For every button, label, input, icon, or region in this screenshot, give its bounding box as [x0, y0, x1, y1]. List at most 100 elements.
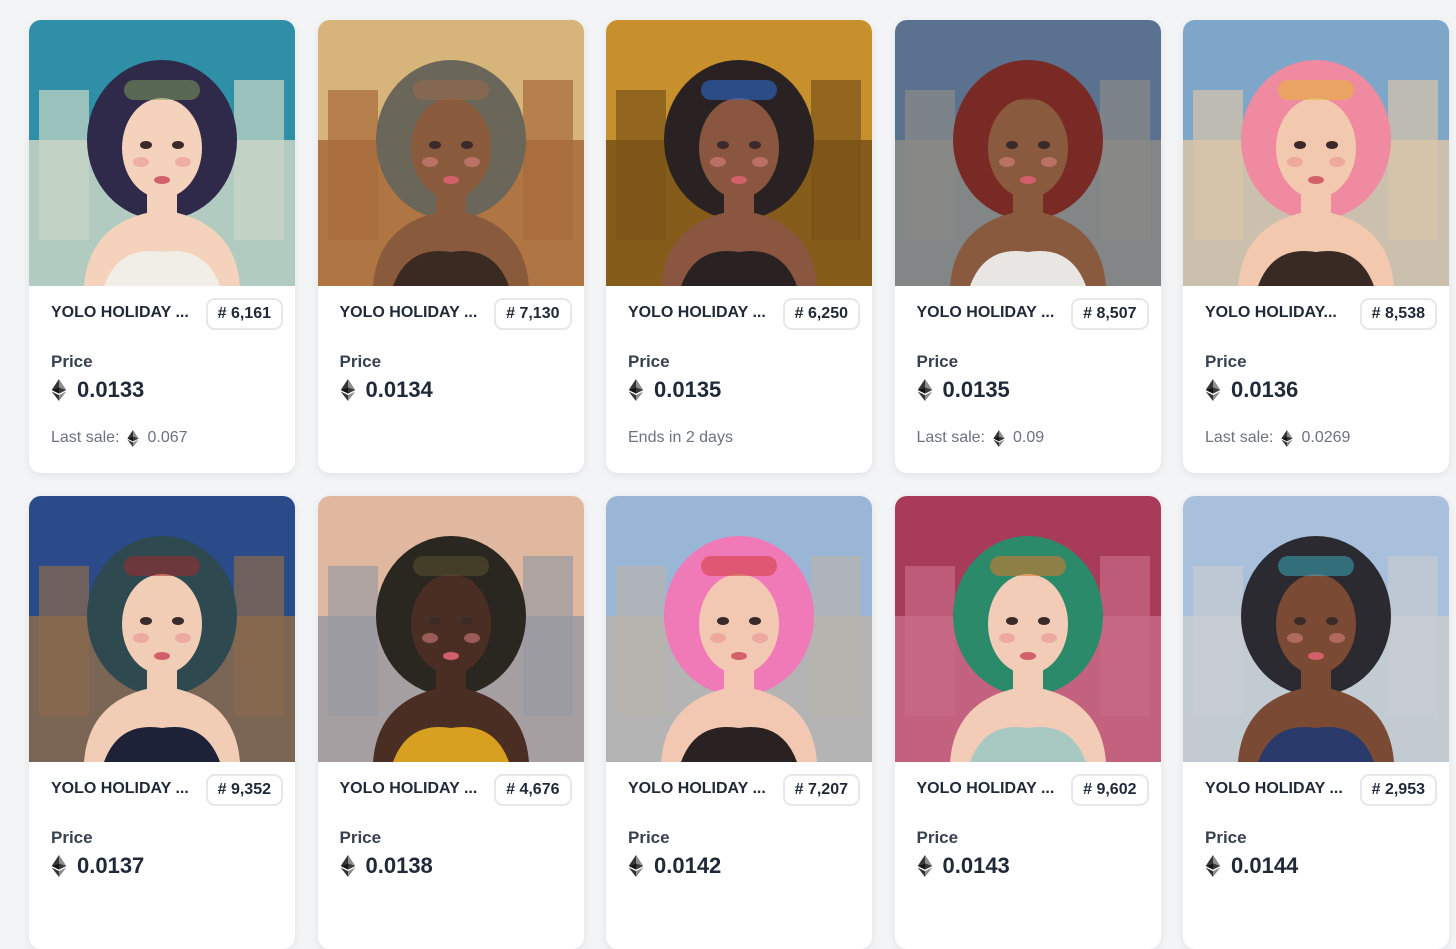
- last-sale-value: 0.067: [147, 429, 188, 446]
- ethereum-icon: [628, 379, 644, 401]
- price: 0.0135: [917, 377, 1010, 403]
- price-value: 0.0138: [365, 853, 433, 878]
- price-value: 0.0135: [942, 377, 1010, 402]
- token-id-badge: # 9,352: [205, 774, 283, 806]
- token-id-badge: # 7,207: [782, 774, 860, 806]
- collection-name[interactable]: YOLO HOLIDAY...: [1205, 304, 1345, 322]
- price-value: 0.0134: [365, 377, 433, 402]
- card-info: YOLO HOLIDAY ... # 9,352 Price 0.0137: [29, 762, 295, 949]
- token-id-badge: # 9,602: [1071, 774, 1149, 806]
- collection-name[interactable]: YOLO HOLIDAY ...: [917, 304, 1057, 322]
- nft-card[interactable]: YOLO HOLIDAY ... # 9,352 Price 0.0137: [29, 496, 295, 949]
- ethereum-icon: [127, 429, 140, 447]
- nft-image[interactable]: [606, 20, 872, 286]
- card-info: YOLO HOLIDAY ... # 4,676 Price 0.0138: [318, 762, 584, 949]
- price-label: Price: [1205, 352, 1247, 371]
- card-info: YOLO HOLIDAY ... # 6,161 Price 0.0133 La…: [29, 286, 295, 473]
- price: 0.0136: [1205, 377, 1298, 403]
- price-label: Price: [916, 352, 959, 371]
- ethereum-icon: [1281, 429, 1294, 447]
- token-id-badge: # 2,953: [1359, 774, 1437, 806]
- auction-ends: Ends in 2 days: [628, 429, 733, 447]
- collection-name[interactable]: YOLO HOLIDAY ...: [628, 780, 768, 798]
- ethereum-icon: [917, 379, 932, 401]
- collection-name[interactable]: YOLO HOLIDAY ...: [51, 304, 191, 322]
- nft-image[interactable]: [317, 496, 584, 762]
- price: 0.0138: [340, 853, 433, 879]
- card-info: YOLO HOLIDAY... # 8,538 Price 0.0136 Las…: [1183, 286, 1449, 473]
- nft-artwork: [29, 496, 295, 762]
- nft-card[interactable]: YOLO HOLIDAY ... # 6,161 Price 0.0133 La…: [29, 20, 295, 473]
- token-id-badge: # 6,250: [782, 298, 860, 330]
- price-value: 0.0133: [77, 377, 145, 402]
- card-info: YOLO HOLIDAY ... # 8,507 Price 0.0135 La…: [895, 286, 1161, 473]
- price-label: Price: [51, 828, 93, 847]
- ends-text: Ends in 2 days: [628, 429, 733, 446]
- nft-card[interactable]: YOLO HOLIDAY ... # 6,250 Price 0.0135 En…: [606, 20, 872, 473]
- price: 0.0135: [628, 377, 721, 403]
- collection-name[interactable]: YOLO HOLIDAY ...: [1205, 780, 1345, 798]
- ethereum-icon: [51, 855, 67, 877]
- ethereum-icon: [993, 429, 1005, 447]
- token-id-badge: # 8,507: [1071, 298, 1149, 330]
- nft-image[interactable]: [894, 496, 1161, 762]
- nft-artwork: [894, 496, 1161, 762]
- nft-card[interactable]: YOLO HOLIDAY ... # 2,953 Price 0.0144: [1183, 496, 1449, 949]
- nft-card[interactable]: YOLO HOLIDAY ... # 7,130 Price 0.0134: [317, 20, 584, 473]
- ethereum-icon: [1205, 855, 1221, 877]
- price-label: Price: [1205, 828, 1247, 847]
- nft-image[interactable]: [29, 496, 295, 762]
- ethereum-icon: [340, 379, 355, 401]
- price-label: Price: [339, 352, 382, 371]
- nft-image[interactable]: [29, 20, 295, 286]
- collection-name[interactable]: YOLO HOLIDAY ...: [340, 304, 480, 322]
- nft-image[interactable]: [1183, 496, 1449, 762]
- price: 0.0142: [628, 853, 721, 879]
- nft-grid: YOLO HOLIDAY ... # 6,161 Price 0.0133 La…: [29, 20, 1449, 949]
- ethereum-icon: [1205, 379, 1221, 401]
- price-label: Price: [51, 352, 93, 371]
- last-sale-label: Last sale:: [51, 429, 120, 446]
- nft-image[interactable]: [1183, 20, 1449, 286]
- card-info: YOLO HOLIDAY ... # 6,250 Price 0.0135 En…: [606, 286, 872, 473]
- card-info: YOLO HOLIDAY ... # 7,207 Price 0.0142: [606, 762, 872, 949]
- price: 0.0133: [51, 377, 144, 403]
- nft-artwork: [1183, 496, 1449, 762]
- collection-name[interactable]: YOLO HOLIDAY ...: [917, 780, 1057, 798]
- last-sale-label: Last sale:: [1205, 429, 1274, 446]
- last-sale: Last sale: 0.067: [51, 429, 188, 447]
- collection-name[interactable]: YOLO HOLIDAY ...: [628, 304, 768, 322]
- nft-artwork: [606, 496, 872, 762]
- token-id-badge: # 8,538: [1359, 298, 1437, 330]
- nft-image[interactable]: [317, 20, 584, 286]
- token-id-badge: # 7,130: [494, 298, 572, 330]
- last-sale: Last sale: 0.0269: [1205, 429, 1350, 447]
- nft-image[interactable]: [606, 496, 872, 762]
- price: 0.0134: [340, 377, 433, 403]
- price-label: Price: [916, 828, 959, 847]
- token-id-badge: # 6,161: [205, 298, 283, 330]
- nft-card[interactable]: YOLO HOLIDAY ... # 8,507 Price 0.0135 La…: [894, 20, 1161, 473]
- ethereum-icon: [628, 855, 644, 877]
- collection-name[interactable]: YOLO HOLIDAY ...: [340, 780, 480, 798]
- token-id-badge: # 4,676: [494, 774, 572, 806]
- card-info: YOLO HOLIDAY ... # 9,602 Price 0.0143: [895, 762, 1161, 949]
- price: 0.0144: [1205, 853, 1298, 879]
- ethereum-icon: [51, 379, 67, 401]
- nft-artwork: [894, 20, 1161, 286]
- collection-name[interactable]: YOLO HOLIDAY ...: [51, 780, 191, 798]
- ethereum-icon: [340, 855, 355, 877]
- price-label: Price: [339, 828, 382, 847]
- nft-card[interactable]: YOLO HOLIDAY ... # 7,207 Price 0.0142: [606, 496, 872, 949]
- nft-card[interactable]: YOLO HOLIDAY ... # 4,676 Price 0.0138: [317, 496, 584, 949]
- last-sale-label: Last sale:: [916, 429, 985, 446]
- card-info: YOLO HOLIDAY ... # 7,130 Price 0.0134: [318, 286, 584, 473]
- price: 0.0137: [51, 853, 144, 879]
- nft-image[interactable]: [894, 20, 1161, 286]
- nft-card[interactable]: YOLO HOLIDAY... # 8,538 Price 0.0136 Las…: [1183, 20, 1449, 473]
- price-label: Price: [628, 352, 670, 371]
- card-info: YOLO HOLIDAY ... # 2,953 Price 0.0144: [1183, 762, 1449, 949]
- last-sale: Last sale: 0.09: [916, 429, 1045, 447]
- last-sale-value: 0.09: [1012, 429, 1045, 446]
- nft-card[interactable]: YOLO HOLIDAY ... # 9,602 Price 0.0143: [894, 496, 1161, 949]
